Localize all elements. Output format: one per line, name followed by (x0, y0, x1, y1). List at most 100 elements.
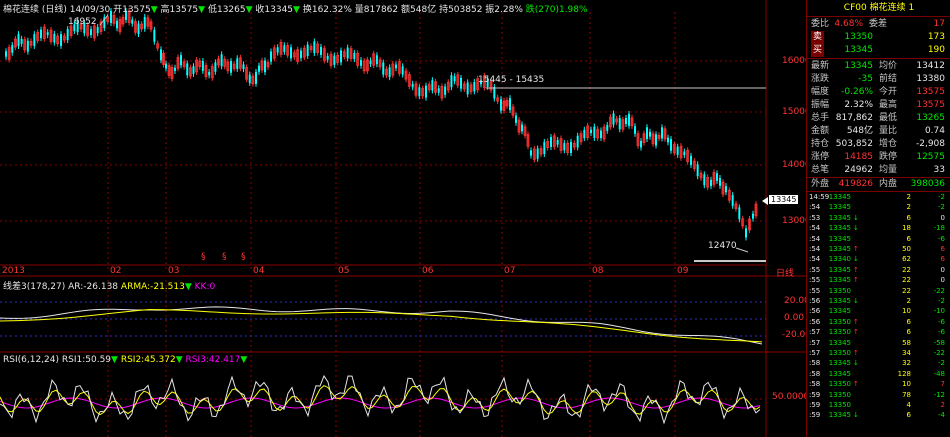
candle-body (17, 34, 20, 46)
stat-label: 持仓 (811, 139, 830, 149)
candle-body (201, 61, 204, 71)
tick-price: 13345 (828, 245, 851, 253)
candle-body (690, 155, 692, 165)
tick-delta: -22 (933, 349, 945, 357)
tick-delta: 0 (940, 276, 945, 285)
stat-value: -35 (858, 74, 873, 84)
candle-body (174, 67, 176, 71)
committee-row: 委比 4.68% 委差 17 (811, 19, 945, 29)
x-label-2013: 2013 (2, 266, 25, 276)
stats-row: 最新 13345 均价 13412 (807, 60, 950, 73)
sell-volume: 173 (927, 32, 945, 42)
candle-body (752, 213, 754, 219)
panel-title: CF00 棉花连续 1 (807, 2, 950, 15)
stat-label: 均价 (879, 61, 898, 71)
candle-body (340, 50, 342, 63)
x-label-05: 05 (338, 266, 350, 276)
buy-price: 13345 (844, 45, 873, 55)
tick-row: :59 13350 4 2 (807, 401, 950, 409)
arma-line (0, 309, 763, 343)
tick-row: :55 13350 22 -22 (807, 287, 950, 295)
tick-time: :55 (809, 276, 821, 285)
sell-row: 卖 13350 173 (811, 31, 945, 44)
stat-label: 总手 (811, 113, 830, 123)
candle-body (313, 41, 316, 54)
candle-body (530, 150, 532, 156)
x-label-07: 07 (504, 266, 516, 276)
tick-volume: 2 (906, 203, 911, 212)
outer-inner-row: 外盘 419826 内盘 398036 (811, 179, 945, 189)
candle-body (738, 207, 741, 220)
candle-body (640, 141, 642, 148)
stats-row: 振幅 2.32% 最高 13575 (807, 99, 950, 112)
stat-label: 振幅 (811, 100, 830, 110)
bar-date: 14/09/30 (69, 5, 111, 15)
tick-volume: 22 (902, 286, 911, 295)
chart-area[interactable]: 棉花连续 (日线) 14/09/30 开13575▼ 高13575▼ 低1326… (0, 0, 815, 437)
tick-time: :57 (809, 328, 821, 337)
stat-label: 幅度 (811, 87, 830, 97)
candle-body (625, 117, 627, 125)
candle-body (20, 38, 23, 44)
tick-volume: 58 (902, 338, 911, 347)
stats-row: 总笔 24962 均量 33 (807, 164, 950, 177)
amount-value: 额548亿 (401, 5, 437, 15)
candle-body (716, 173, 718, 181)
indicator1-tick-0: 0.00 (784, 313, 805, 323)
tick-row: :54 13345 ↓ 18 -18 (807, 224, 950, 232)
stat-value: -2,908 (915, 139, 945, 149)
stats-row: 涨跌 -35 前结 13380 (807, 73, 950, 86)
tick-price: 13345 (828, 234, 851, 243)
candle-body (576, 135, 579, 148)
candle-body (255, 71, 257, 84)
low-value: 低13265 (207, 5, 246, 15)
tick-volume: 34 (902, 349, 911, 357)
candle-body (353, 52, 356, 60)
kline-chart[interactable] (0, 0, 806, 437)
stats-row: 金额 548亿 量比 0.74 (807, 125, 950, 138)
candle-body (375, 55, 378, 65)
symbol-name: 棉花连续 (3, 5, 40, 15)
tick-arrow: ↑ (853, 328, 859, 337)
tick-arrow: ↓ (853, 255, 859, 264)
stat-value: 13265 (916, 113, 945, 123)
tick-arrow: ↑ (853, 245, 859, 253)
tick-row: :59 13345 ↓ 6 -4 (807, 411, 950, 419)
tick-time: :54 (809, 224, 821, 233)
candle-body (473, 82, 476, 92)
stat-value: 13345 (844, 61, 873, 71)
candle-body (646, 127, 648, 139)
buy-volume: 190 (927, 45, 945, 55)
sell-price: 13350 (844, 32, 873, 42)
high-annotation: 16952 (68, 17, 97, 27)
tick-volume: 6 (906, 213, 911, 222)
tick-volume: 62 (902, 255, 911, 264)
tick-time: :54 (809, 245, 821, 253)
tick-price: 13345 (828, 213, 851, 222)
candle-body (670, 139, 672, 151)
tick-row: :57 13350 ↑ 34 -22 (807, 349, 950, 357)
stat-label: 最新 (811, 61, 830, 71)
tick-volume: 22 (902, 265, 911, 274)
tick-delta: -22 (933, 286, 945, 295)
tick-price: 13345 (828, 193, 851, 201)
candle-body (333, 55, 336, 65)
outer-volume: 419826 (838, 179, 873, 189)
candle-body (612, 113, 615, 125)
candle-body (745, 228, 747, 238)
tick-price: 13345 (828, 359, 851, 368)
candle-body (703, 174, 706, 186)
tick-volume: 78 (902, 390, 911, 399)
turnover-value: 换162.32% (302, 5, 352, 15)
candle-body (346, 47, 349, 59)
candle-body (649, 131, 651, 137)
stat-value: 548亿 (846, 126, 873, 136)
candle-body (214, 62, 217, 72)
stat-value: 13380 (916, 74, 945, 84)
candle-body (360, 59, 362, 66)
indicator1-title: 线差3(178,27) (3, 282, 66, 292)
tick-row: :56 13350 ↑ 6 -6 (807, 318, 950, 326)
candle-body (290, 47, 292, 59)
tick-arrow: ↓ (853, 213, 859, 222)
stat-label: 今开 (879, 87, 898, 97)
